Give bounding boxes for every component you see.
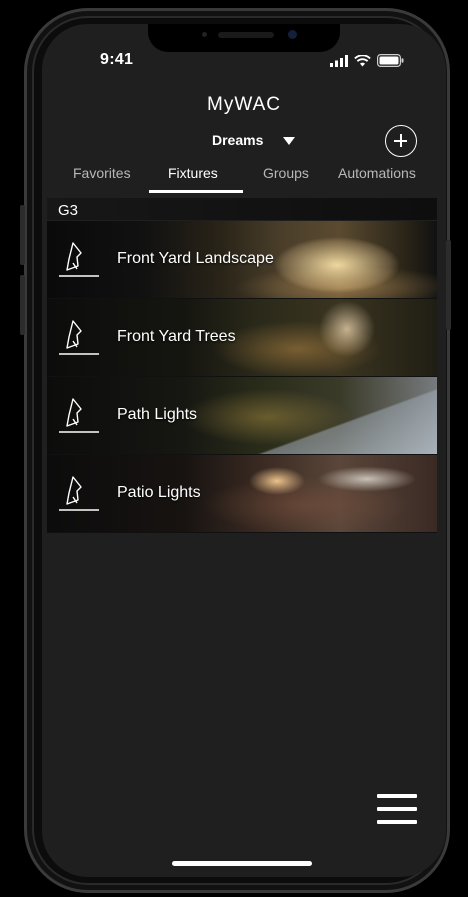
app-screen: 9:41 MyWAC Dreams Favorites Fixtures Gro…	[42, 24, 446, 877]
status-icons	[330, 54, 404, 67]
fixture-name: Patio Lights	[117, 484, 201, 501]
tab-fixtures[interactable]: Fixtures	[168, 165, 218, 181]
add-button[interactable]	[385, 125, 417, 157]
menu-line	[377, 794, 417, 798]
speaker-grille	[218, 32, 274, 38]
menu-line	[377, 807, 417, 811]
group-label: G3	[58, 202, 79, 219]
home-indicator[interactable]	[172, 861, 312, 866]
hamburger-menu-icon[interactable]	[377, 794, 417, 826]
fixture-row[interactable]: Front Yard Landscape	[47, 221, 437, 299]
menu-line	[377, 820, 417, 824]
wifi-icon	[354, 54, 371, 66]
phone-side-button	[20, 205, 25, 265]
landscape-fixture-icon	[59, 320, 99, 355]
fixture-row[interactable]: Front Yard Trees	[47, 299, 437, 377]
landscape-fixture-icon	[59, 242, 99, 277]
camera-notch	[148, 24, 340, 52]
status-time: 9:41	[100, 51, 134, 68]
app-title: MyWAC	[207, 94, 281, 115]
landscape-fixture-icon	[59, 476, 99, 511]
battery-icon	[377, 54, 404, 67]
signal-icon	[330, 54, 348, 67]
active-tab-indicator	[149, 190, 243, 193]
dropdown-arrow-icon[interactable]	[283, 137, 295, 145]
sensor	[202, 32, 207, 37]
phone-side-button	[20, 275, 25, 335]
tab-favorites[interactable]: Favorites	[73, 165, 131, 181]
tab-bar: Favorites Fixtures Groups Automations	[42, 165, 446, 193]
tab-groups[interactable]: Groups	[263, 165, 309, 181]
fixture-photo	[47, 377, 437, 454]
fixture-list: Front Yard Landscape Front Yard Trees Pa…	[47, 221, 437, 533]
front-camera	[288, 30, 297, 39]
fixture-row[interactable]: Path Lights	[47, 377, 437, 455]
fixture-name: Path Lights	[117, 406, 198, 423]
phone-power-button	[446, 240, 451, 330]
location-selector-label[interactable]: Dreams	[212, 132, 263, 148]
tab-automations[interactable]: Automations	[338, 165, 416, 181]
group-header	[47, 198, 437, 220]
fixture-name: Front Yard Trees	[117, 328, 236, 345]
fixture-row[interactable]: Patio Lights	[47, 455, 437, 533]
landscape-fixture-icon	[59, 398, 99, 433]
fixture-name: Front Yard Landscape	[117, 250, 274, 267]
fixture-photo	[47, 299, 437, 376]
fixture-photo	[47, 455, 437, 532]
